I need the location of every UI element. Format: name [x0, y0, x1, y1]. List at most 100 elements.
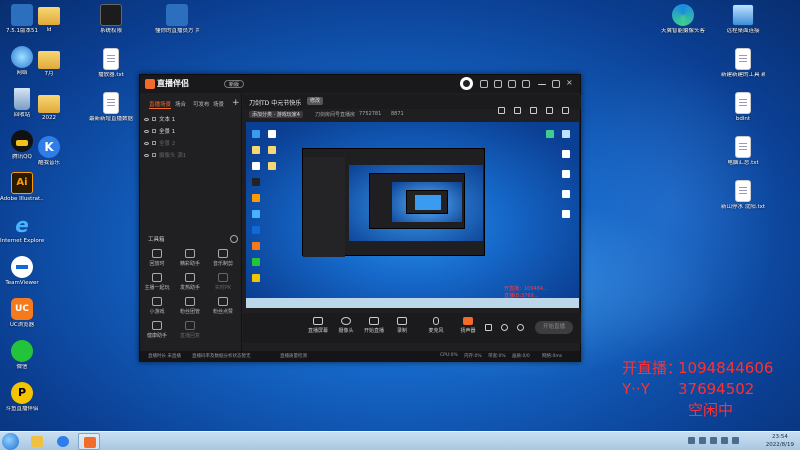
preview-desktop-icon: [252, 130, 260, 138]
video-icon[interactable]: [485, 324, 492, 331]
tool-button[interactable]: 主播一起玩: [142, 273, 172, 291]
live-preview[interactable]: 开直播：109484...直播ID:3769...空闲中: [246, 122, 579, 308]
maximize-icon[interactable]: [552, 80, 560, 88]
start-button[interactable]: [2, 433, 19, 450]
desktop-icon-label: 天翼智能摄像头客户端: [661, 28, 705, 34]
desktop-icon[interactable]: 微信: [0, 340, 44, 371]
desktop-icon[interactable]: 2022: [27, 92, 71, 122]
desktop-icon[interactable]: K 酷我音乐: [27, 136, 71, 167]
gear-icon[interactable]: [517, 324, 524, 331]
desktop-icon[interactable]: 系统权限: [89, 4, 133, 35]
record-button[interactable]: 录制: [385, 317, 419, 334]
dm-icon: P: [11, 382, 33, 404]
tool-button[interactable]: 粉丝团管: [175, 297, 205, 315]
desktop-icon[interactable]: Ai Adobe Illustrat...: [0, 172, 44, 203]
desktop-icon[interactable]: 远程桌面连接: [721, 4, 765, 35]
lock-icon[interactable]: [152, 141, 156, 145]
tab-rooms[interactable]: 场合: [175, 100, 186, 108]
eye-icon[interactable]: [144, 118, 149, 121]
scene-item[interactable]: 全景 1: [144, 127, 238, 137]
live-companion-window[interactable]: 直播伴侣 新版 × 直播场景 场合 可发布 场景 + 文本 1 全景 1 全景 2 摄…: [139, 74, 581, 362]
logo-mark-icon: [145, 78, 155, 89]
desktop-icon-label: UC浏览器: [9, 322, 35, 328]
scene-item[interactable]: 文本 1: [144, 115, 238, 125]
edit-title-button[interactable]: 修改: [307, 97, 324, 105]
minimize-icon[interactable]: [538, 84, 546, 85]
button-label: 麦克风: [428, 328, 444, 334]
tool-button[interactable]: 健康助手: [142, 321, 172, 339]
add-scene-button[interactable]: +: [232, 98, 240, 108]
scene-item[interactable]: 摄像头 源1: [144, 151, 238, 161]
desktop-icon[interactable]: bdlnt: [721, 92, 765, 123]
tool-button[interactable]: 发热助手: [175, 273, 205, 291]
tool-button[interactable]: 粉丝点赞: [208, 297, 238, 315]
menu-icon[interactable]: [522, 80, 530, 88]
status-item: 内存:0%: [464, 354, 482, 359]
desktop-icon-label: Adobe Illustrat...: [0, 196, 44, 202]
microphone-button[interactable]: 麦克风: [419, 317, 453, 334]
tool-icon: [185, 321, 195, 330]
message-icon[interactable]: [494, 80, 502, 88]
desktop-icon[interactable]: UC UC浏览器: [0, 298, 44, 329]
go-live-button[interactable]: 开始直播: [535, 321, 573, 334]
volume-icon[interactable]: [721, 437, 728, 444]
user-avatar[interactable]: [460, 77, 473, 90]
toolbox-settings-icon[interactable]: [230, 235, 238, 243]
desktop-icon[interactable]: 新建新建的工具 新工.txt: [721, 48, 765, 79]
desktop-icon[interactable]: TeamViewer: [0, 256, 44, 287]
category-pill[interactable]: 添加分类 · 游戏玩家4: [249, 111, 303, 118]
status-item: 直播时长 未直播: [148, 354, 181, 359]
tray-icon[interactable]: [699, 437, 706, 444]
app-titlebar[interactable]: 直播伴侣 新版 ×: [140, 75, 580, 93]
tool-button[interactable]: 回放时: [142, 249, 172, 267]
close-icon[interactable]: ×: [566, 79, 574, 87]
desktop-icon-label: ld: [46, 27, 52, 33]
tool-icon: [152, 321, 162, 330]
tab-publish[interactable]: 可发布: [193, 100, 210, 108]
desktop-icon[interactable]: 7月: [27, 48, 71, 78]
preview-desktop-icon: [562, 210, 570, 218]
desktop-icon[interactable]: 播放器.txt: [89, 48, 133, 79]
desktop-icon[interactable]: P 斗鱼直播伴侣: [0, 382, 44, 413]
lock-icon[interactable]: [152, 129, 156, 133]
desktop-icon[interactable]: 天翼智能摄像头客户端: [661, 4, 705, 35]
tray-icon[interactable]: [688, 437, 695, 444]
desktop-icon[interactable]: 最新新增直播数据006-17...: [89, 92, 133, 123]
speaker-button[interactable]: 扬声器: [451, 317, 485, 334]
taskbar-live-companion-button[interactable]: [78, 433, 100, 450]
tool-button[interactable]: 精彩助手: [175, 249, 205, 267]
studio-icon: [100, 4, 122, 26]
scene-name: 全景 2: [159, 141, 176, 147]
desktop-icon[interactable]: 懂你的直播员方 共赢平台: [155, 4, 199, 35]
tool-button[interactable]: 直播回复: [175, 321, 205, 339]
taskbar-kuwo-button[interactable]: [52, 433, 74, 450]
tool-button[interactable]: 音乐制剪: [208, 249, 238, 267]
lock-icon[interactable]: [152, 117, 156, 121]
desktop-icon[interactable]: 新山停水 沈阳.txt: [721, 180, 765, 211]
desktop-icon[interactable]: ld: [27, 4, 71, 34]
taskbar-clock[interactable]: 23:54 2022/8/19: [766, 433, 794, 449]
lock-icon[interactable]: [152, 153, 156, 157]
preview-nested-preview-3: [415, 195, 441, 210]
tool-icon: [218, 297, 228, 306]
settings-icon[interactable]: [508, 80, 516, 88]
scene-name: 全景 1: [159, 129, 176, 135]
clock-icon[interactable]: [501, 324, 508, 331]
tab-scenes[interactable]: 直播场景: [149, 100, 172, 109]
taskbar-explorer-button[interactable]: [26, 433, 48, 450]
tool-button[interactable]: 实时PK: [208, 273, 238, 291]
system-tray: [688, 437, 748, 446]
tray-icon[interactable]: [732, 437, 739, 444]
tab-scene[interactable]: 场景: [213, 100, 224, 108]
eye-icon[interactable]: [144, 130, 149, 133]
tool-label: 健康助手: [146, 333, 167, 339]
desktop-icon[interactable]: e Internet Explorer: [0, 214, 44, 245]
eye-icon[interactable]: [144, 142, 149, 145]
version-badge[interactable]: 新版: [224, 80, 245, 88]
network-icon[interactable]: [710, 437, 717, 444]
skin-icon[interactable]: [480, 80, 488, 88]
desktop-icon[interactable]: 电脑汇总.txt: [721, 136, 765, 167]
scene-item[interactable]: 全景 2: [144, 139, 238, 149]
eye-icon[interactable]: [144, 154, 149, 157]
tool-button[interactable]: 小游戏: [142, 297, 172, 315]
